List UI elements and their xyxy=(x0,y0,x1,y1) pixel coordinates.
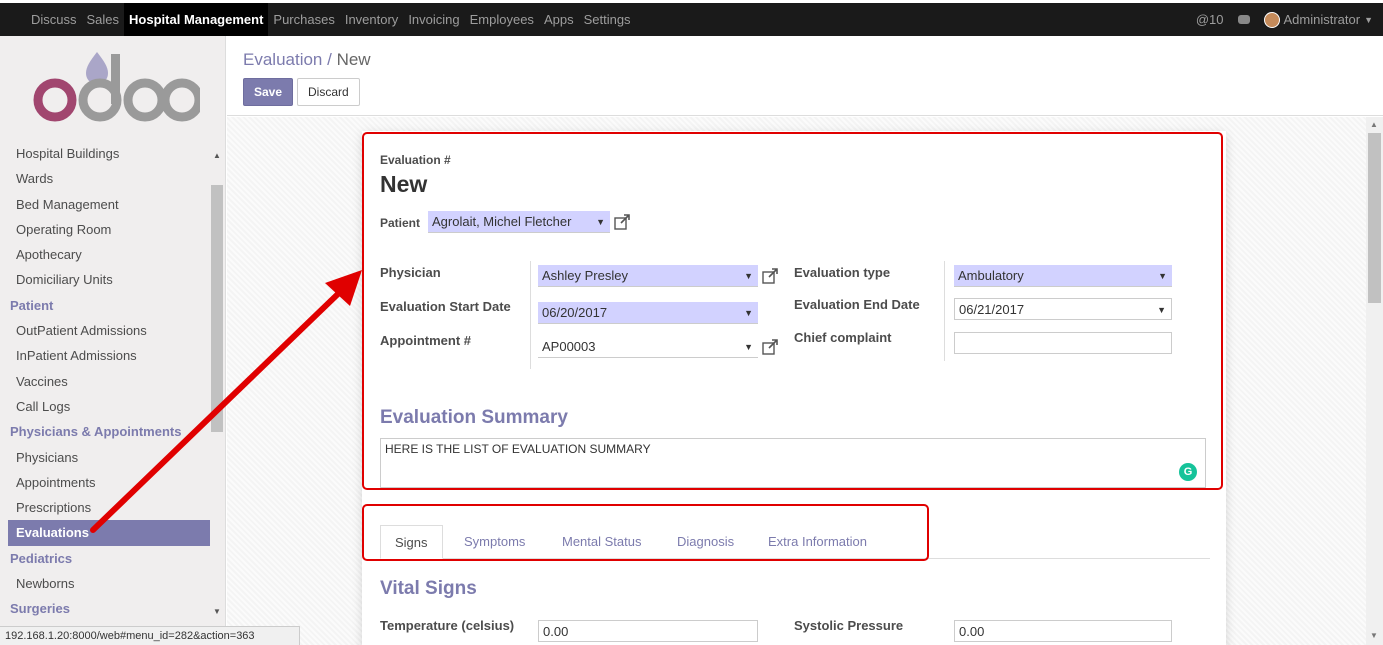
menu-inventory[interactable]: Inventory xyxy=(340,3,403,36)
sidebar-item-physicians[interactable]: Physicians xyxy=(8,445,210,470)
discard-button[interactable]: Discard xyxy=(297,78,360,106)
sidebar-section-surgeries[interactable]: Surgeries xyxy=(8,596,210,621)
avatar xyxy=(1263,11,1280,28)
annotation-box-form xyxy=(362,132,1223,490)
sidebar-item-prescriptions[interactable]: Prescriptions xyxy=(8,495,210,520)
breadcrumb-separator: / xyxy=(322,50,337,69)
breadcrumb: Evaluation / New xyxy=(243,50,371,70)
vital-signs-title: Vital Signs xyxy=(380,578,477,599)
sidebar-menu: Hospital Buildings Wards Bed Management Ope… xyxy=(8,141,210,622)
sidebar-item-evaluations[interactable]: Evaluations xyxy=(8,520,210,546)
systolic-label: Systolic Pressure xyxy=(794,618,904,633)
sidebar-scrollbar[interactable]: ▲ ▼ xyxy=(210,141,224,616)
top-navbar: Discuss Sales Hospital Management Purcha… xyxy=(0,0,1383,36)
sidebar-item-operating-room[interactable]: Operating Room xyxy=(8,217,210,242)
scrollbar-thumb[interactable] xyxy=(211,185,223,432)
sidebar-item-hospital-buildings[interactable]: Hospital Buildings xyxy=(8,141,210,166)
systolic-input[interactable]: 0.00 xyxy=(954,620,1172,642)
annotation-box-tabs xyxy=(362,504,929,561)
scroll-down-icon[interactable]: ▼ xyxy=(213,607,221,616)
control-panel: Evaluation / New Save Discard xyxy=(227,36,1383,116)
user-name: Administrator xyxy=(1283,12,1361,27)
temperature-input[interactable]: 0.00 xyxy=(538,620,758,642)
scroll-down-icon[interactable]: ▼ xyxy=(1370,631,1378,640)
sidebar-item-appointments[interactable]: Appointments xyxy=(8,470,210,495)
sidebar-section-physicians-appointments[interactable]: Physicians & Appointments xyxy=(8,419,210,444)
menu-employees[interactable]: Employees xyxy=(465,3,539,36)
menu-invoicing[interactable]: Invoicing xyxy=(403,3,464,36)
odoo-logo[interactable] xyxy=(30,44,200,124)
user-menu[interactable]: Administrator ▼ xyxy=(1263,11,1373,28)
sidebar-section-patient[interactable]: Patient xyxy=(8,293,210,318)
sidebar-item-newborns[interactable]: Newborns xyxy=(8,571,210,596)
sidebar-item-apothecary[interactable]: Apothecary xyxy=(8,242,210,267)
sidebar-item-wards[interactable]: Wards xyxy=(8,166,210,191)
menu-settings[interactable]: Settings xyxy=(579,3,636,36)
sidebar-item-domiciliary-units[interactable]: Domiciliary Units xyxy=(8,267,210,292)
caret-down-icon: ▼ xyxy=(1364,14,1373,25)
sidebar-item-call-logs[interactable]: Call Logs xyxy=(8,394,210,419)
mentions-counter[interactable]: @10 xyxy=(1196,12,1224,27)
scroll-up-icon[interactable]: ▲ xyxy=(213,151,221,160)
menu-sales[interactable]: Sales xyxy=(82,3,125,36)
chat-icon[interactable] xyxy=(1237,15,1250,24)
status-url: 192.168.1.20:8000/web#menu_id=282&action… xyxy=(0,626,300,645)
menu-discuss[interactable]: Discuss xyxy=(26,3,82,36)
menu-apps[interactable]: Apps xyxy=(539,3,579,36)
breadcrumb-current: New xyxy=(336,50,371,69)
sidebar-item-bed-management[interactable]: Bed Management xyxy=(8,192,210,217)
sidebar-item-outpatient-admissions[interactable]: OutPatient Admissions xyxy=(8,318,210,343)
menu-purchases[interactable]: Purchases xyxy=(268,3,339,36)
sidebar: Hospital Buildings Wards Bed Management Ope… xyxy=(0,36,226,645)
content-scrollbar[interactable]: ▲ ▼ xyxy=(1366,117,1383,645)
sidebar-item-inpatient-admissions[interactable]: InPatient Admissions xyxy=(8,343,210,368)
save-button[interactable]: Save xyxy=(243,78,294,106)
sidebar-section-pediatrics[interactable]: Pediatrics xyxy=(8,546,210,571)
breadcrumb-parent[interactable]: Evaluation xyxy=(243,50,322,69)
temperature-label: Temperature (celsius) xyxy=(380,618,515,633)
menu-hospital-management[interactable]: Hospital Management xyxy=(124,3,269,36)
sidebar-item-vaccines[interactable]: Vaccines xyxy=(8,369,210,394)
app-menu: Discuss Sales Hospital Management Purcha… xyxy=(26,3,636,36)
scrollbar-thumb[interactable] xyxy=(1368,133,1381,303)
scroll-up-icon[interactable]: ▲ xyxy=(1370,120,1378,129)
